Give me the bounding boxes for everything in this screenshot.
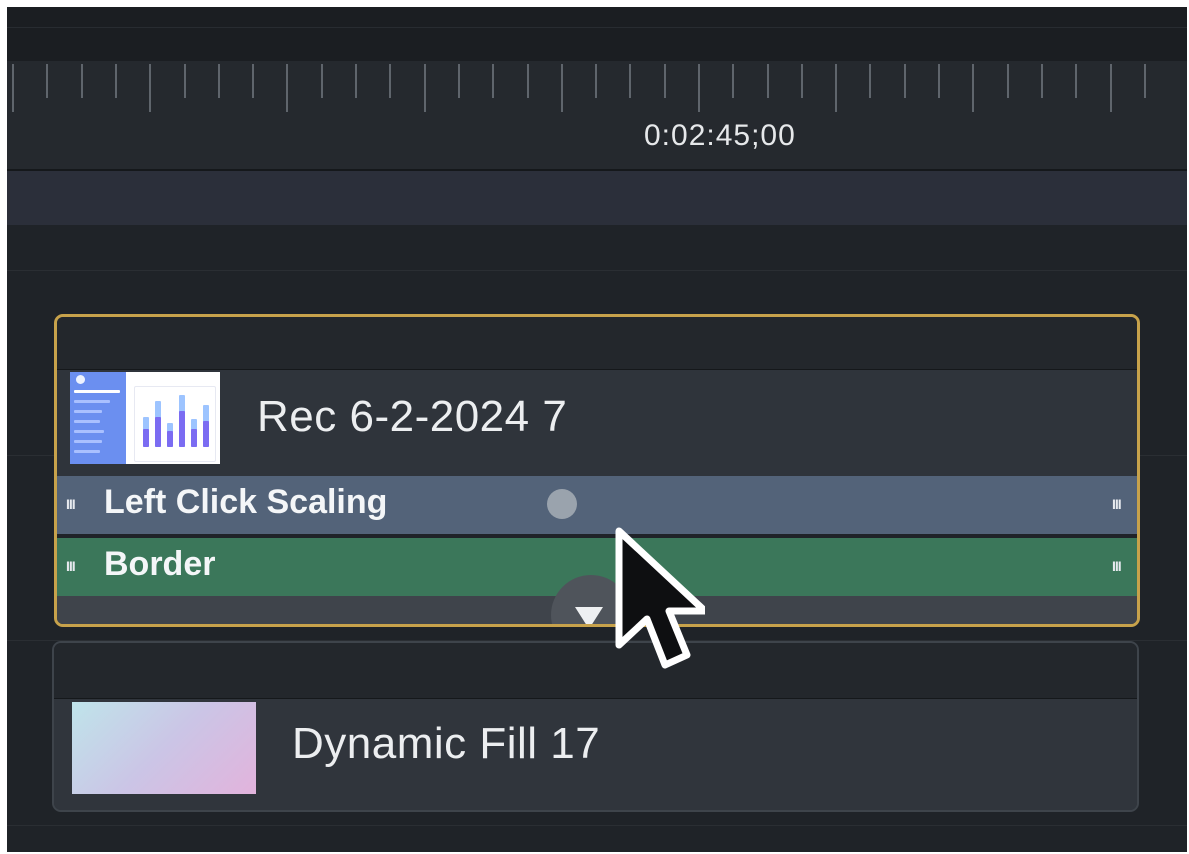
ruler-tick xyxy=(561,64,563,112)
ruler-tick xyxy=(1041,64,1043,98)
ruler-tick xyxy=(767,64,769,98)
effect-right-handle-icon[interactable]: III xyxy=(1112,496,1122,512)
ruler-tick xyxy=(595,64,597,98)
clip-header xyxy=(57,317,1137,370)
ruler-tick xyxy=(149,64,151,112)
clip-header xyxy=(54,643,1137,699)
ruler-tick xyxy=(835,64,837,112)
ruler-tick xyxy=(184,64,186,98)
effect-label: Border xyxy=(104,545,216,583)
ruler-tick xyxy=(355,64,357,98)
ruler-tick xyxy=(46,64,48,98)
effect-left-handle-icon[interactable]: III xyxy=(66,496,76,512)
ruler-tick xyxy=(492,64,494,98)
recording-clip-title: Rec 6-2-2024 7 xyxy=(257,392,568,441)
ruler-tick xyxy=(252,64,254,98)
recording-clip[interactable]: Rec 6-2-2024 7 III Left Click Scaling II… xyxy=(54,314,1140,627)
dynamic-fill-clip-title: Dynamic Fill 17 xyxy=(292,719,601,768)
ruler-tick xyxy=(12,64,14,112)
triangle-down-icon xyxy=(575,607,603,624)
ruler-tick xyxy=(458,64,460,98)
ruler-tick xyxy=(801,64,803,98)
timeline-ruler[interactable]: 0:02:45;00 xyxy=(7,61,1187,171)
ruler-tick xyxy=(424,64,426,112)
ruler-tick xyxy=(904,64,906,98)
ruler-tick xyxy=(81,64,83,98)
ruler-tick xyxy=(389,64,391,98)
playhead-track-band[interactable] xyxy=(7,171,1187,225)
effect-label: Left Click Scaling xyxy=(104,483,388,521)
effect-right-handle-icon[interactable]: III xyxy=(1112,558,1122,574)
ruler-tick xyxy=(938,64,940,98)
timeline-topbar xyxy=(7,7,1187,61)
ruler-tick xyxy=(115,64,117,98)
clip-body: Dynamic Fill 17 xyxy=(54,699,1137,810)
dynamic-fill-clip[interactable]: Dynamic Fill 17 xyxy=(52,641,1139,812)
ruler-tick xyxy=(972,64,974,112)
timeline-panel: 0:02:45;00 Rec 6-2-2024 7 III Left Click… xyxy=(7,7,1187,852)
ruler-tick xyxy=(1007,64,1009,98)
ruler-tick xyxy=(664,64,666,98)
ruler-tick xyxy=(321,64,323,98)
ruler-tick xyxy=(1075,64,1077,98)
ruler-tick xyxy=(286,64,288,112)
ruler-tick xyxy=(698,64,700,112)
ruler-tick xyxy=(732,64,734,98)
effect-left-handle-icon[interactable]: III xyxy=(66,558,76,574)
circle-handle-icon[interactable] xyxy=(547,489,577,519)
ruler-tick xyxy=(629,64,631,98)
ruler-tick xyxy=(1110,64,1112,112)
mouse-pointer-icon xyxy=(615,527,705,669)
playhead-timecode: 0:02:45;00 xyxy=(644,119,796,152)
ruler-tick xyxy=(869,64,871,98)
ruler-tick xyxy=(527,64,529,98)
ruler-tick xyxy=(218,64,220,98)
ruler-tick xyxy=(1144,64,1146,98)
gradient-thumbnail xyxy=(72,702,256,794)
thumbnail-chart-icon xyxy=(134,386,216,462)
clip-body: Rec 6-2-2024 7 xyxy=(57,370,1137,476)
recording-thumbnail xyxy=(70,372,220,464)
effect-left-click-scaling[interactable]: III Left Click Scaling III xyxy=(57,476,1137,534)
